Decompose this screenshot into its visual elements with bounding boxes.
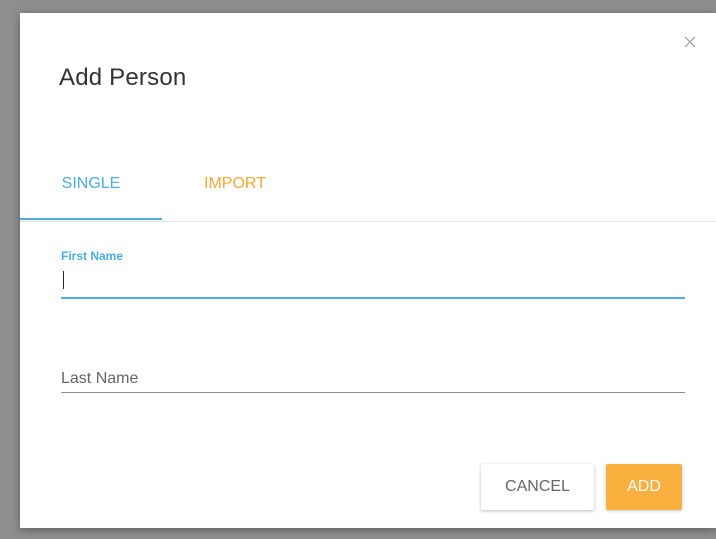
- cancel-button[interactable]: CANCEL: [481, 464, 594, 510]
- active-tab-indicator: [20, 218, 162, 220]
- last-name-placeholder: Last Name: [61, 370, 139, 387]
- tab-single[interactable]: SINGLE: [20, 160, 162, 220]
- last-name-underline: [61, 392, 685, 393]
- first-name-field[interactable]: First Name: [61, 243, 685, 301]
- add-button[interactable]: ADD: [606, 464, 682, 510]
- dialog-title: Add Person: [59, 64, 187, 91]
- tab-bar: SINGLE IMPORT: [20, 160, 716, 222]
- close-icon[interactable]: [683, 35, 697, 49]
- add-person-dialog: Add Person SINGLE IMPORT First Name Last…: [20, 13, 716, 528]
- first-name-underline: [61, 297, 685, 299]
- tab-import[interactable]: IMPORT: [170, 160, 300, 220]
- last-name-field[interactable]: Last Name: [61, 362, 685, 394]
- text-cursor: [63, 271, 64, 289]
- first-name-input[interactable]: [61, 269, 685, 295]
- first-name-label: First Name: [61, 249, 124, 263]
